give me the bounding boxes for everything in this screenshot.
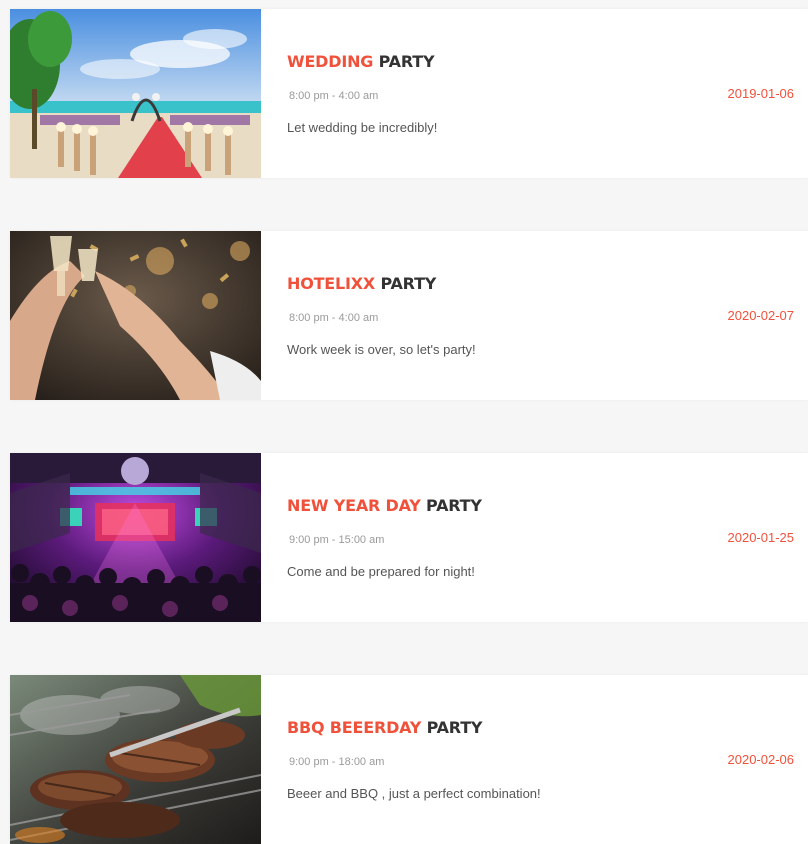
event-title[interactable]: HOTELIXX PARTY bbox=[287, 274, 436, 294]
nightclub-concert-photo bbox=[10, 453, 261, 622]
event-description: Beeer and BBQ , just a perfect combinati… bbox=[287, 786, 541, 801]
event-title-rest[interactable]: PARTY bbox=[380, 274, 436, 293]
event-time: 9:00 pm - 18:00 am bbox=[289, 756, 385, 768]
event-title[interactable]: NEW YEAR DAY PARTY bbox=[287, 496, 482, 516]
event-title-accent[interactable]: HOTELIXX bbox=[287, 274, 375, 293]
event-image-hotelixx[interactable] bbox=[10, 231, 261, 400]
event-card-new-year[interactable]: NEW YEAR DAY PARTY 9:00 pm - 15:00 am Co… bbox=[10, 453, 808, 622]
event-date: 2020-02-06 bbox=[727, 752, 795, 767]
event-date: 2019-01-06 bbox=[727, 86, 795, 101]
event-list: WEDDING PARTY 8:00 pm - 4:00 am Let wedd… bbox=[10, 9, 808, 844]
event-title-accent[interactable]: WEDDING bbox=[287, 52, 373, 71]
event-card-bbq[interactable]: BBQ BEEERDAY PARTY 9:00 pm - 18:00 am Be… bbox=[10, 675, 808, 844]
event-title-rest[interactable]: PARTY bbox=[379, 52, 435, 71]
event-title-accent[interactable]: NEW YEAR DAY bbox=[287, 496, 421, 515]
event-description: Let wedding be incredibly! bbox=[287, 120, 438, 135]
bbq-grill-photo bbox=[10, 675, 261, 844]
event-image-new-year[interactable] bbox=[10, 453, 261, 622]
event-date: 2020-02-07 bbox=[727, 308, 795, 323]
event-title-rest[interactable]: PARTY bbox=[426, 496, 482, 515]
event-image-bbq[interactable] bbox=[10, 675, 261, 844]
champagne-toast-photo bbox=[10, 231, 261, 400]
event-card-wedding[interactable]: WEDDING PARTY 8:00 pm - 4:00 am Let wedd… bbox=[10, 9, 808, 178]
event-time: 8:00 pm - 4:00 am bbox=[289, 312, 379, 324]
event-time: 8:00 pm - 4:00 am bbox=[289, 90, 379, 102]
event-image-wedding[interactable] bbox=[10, 9, 261, 178]
beach-wedding-photo bbox=[10, 9, 261, 178]
event-description: Come and be prepared for night! bbox=[287, 564, 475, 579]
event-title[interactable]: BBQ BEEERDAY PARTY bbox=[287, 718, 483, 738]
event-time: 9:00 pm - 15:00 am bbox=[289, 534, 385, 546]
event-date: 2020-01-25 bbox=[727, 530, 795, 545]
event-description: Work week is over, so let's party! bbox=[287, 342, 476, 357]
event-title-rest[interactable]: PARTY bbox=[427, 718, 483, 737]
event-title[interactable]: WEDDING PARTY bbox=[287, 52, 435, 72]
event-title-accent[interactable]: BBQ BEEERDAY bbox=[287, 718, 421, 737]
event-card-hotelixx[interactable]: HOTELIXX PARTY 8:00 pm - 4:00 am Work we… bbox=[10, 231, 808, 400]
